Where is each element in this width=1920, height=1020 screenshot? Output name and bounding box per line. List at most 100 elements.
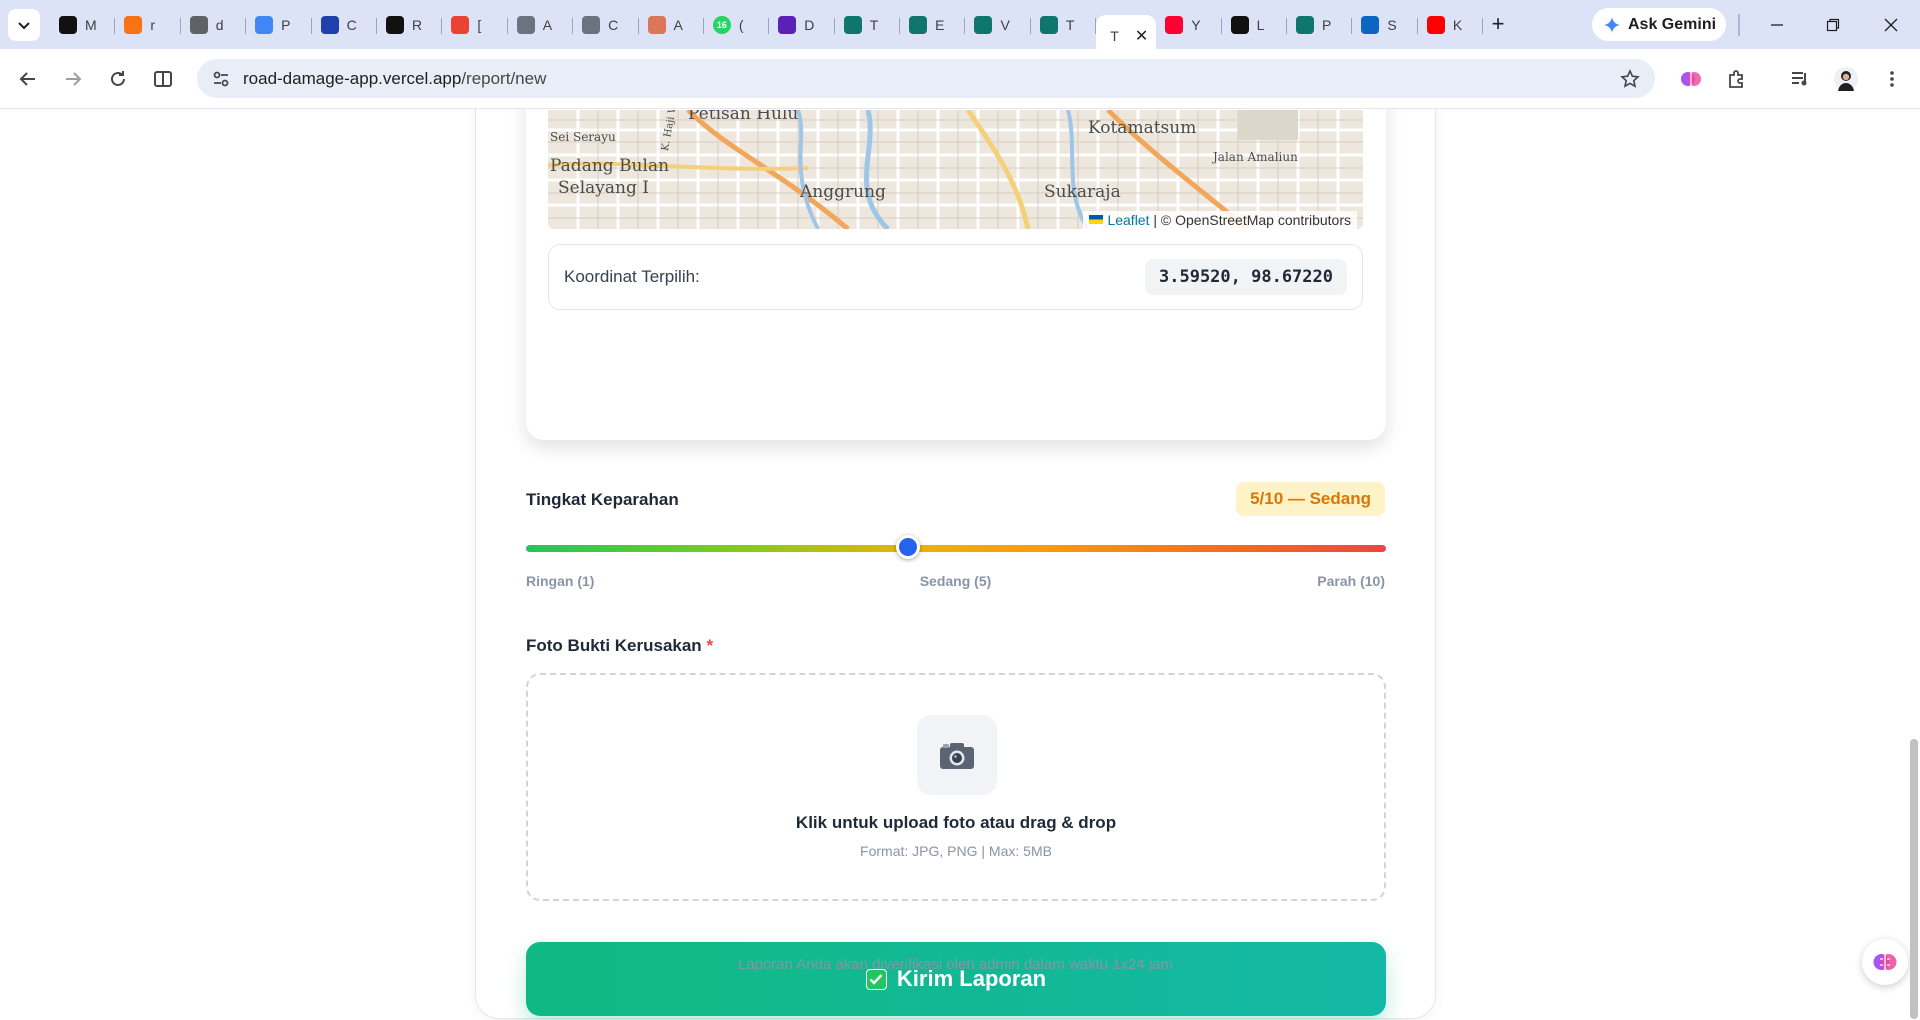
url-path: /report/new (461, 69, 547, 88)
whatsapp-icon: 16 (712, 16, 731, 34)
flame-icon (124, 16, 143, 34)
browser-tab[interactable]: R (377, 8, 443, 42)
browser-tab[interactable]: K (1418, 8, 1484, 42)
new-tab-button[interactable]: + (1484, 10, 1512, 38)
photo-upload-dropzone[interactable]: Klik untuk upload foto atau drag & drop … (526, 673, 1386, 901)
browser-tab[interactable]: Y (1156, 8, 1222, 42)
chrome-menu-button[interactable] (1876, 63, 1908, 95)
reload-icon (111, 71, 125, 86)
browser-tab[interactable]: T (835, 8, 901, 42)
browser-tab[interactable]: E (900, 8, 966, 42)
back-button[interactable] (12, 63, 44, 95)
browser-tab[interactable]: L (1222, 8, 1288, 42)
location-card: Petisan Hulu Sei Serayu Padang Bulan Sel… (526, 109, 1386, 440)
severity-tick-mid: Sedang (5) (919, 573, 992, 589)
browser-tab[interactable]: P (246, 8, 312, 42)
url-text: road-damage-app.vercel.app/report/new (243, 69, 546, 89)
tab-title: A (673, 17, 683, 33)
browser-tab[interactable]: C (312, 8, 377, 42)
site-info-icon[interactable] (209, 67, 233, 91)
tab-title: A (542, 17, 553, 33)
k-logo-icon (385, 16, 404, 34)
browser-tab[interactable]: D (769, 8, 835, 42)
submit-report-button[interactable]: Kirim Laporan (526, 942, 1386, 1016)
youtube-music-icon (1165, 16, 1184, 34)
map-label-padang-bulan: Padang Bulan (550, 156, 670, 176)
leaflet-link[interactable]: Leaflet (1107, 212, 1149, 228)
browser-tab[interactable]: d (181, 8, 247, 42)
tab-title: d (215, 17, 224, 33)
browser-tab[interactable]: P (1287, 8, 1353, 42)
restore-button[interactable] (1818, 10, 1848, 40)
close-icon (1884, 18, 1898, 32)
address-bar[interactable]: road-damage-app.vercel.app/report/new (197, 59, 1655, 98)
tab-title: R (411, 17, 423, 33)
toolbar-divider (1738, 14, 1740, 36)
tab-title: T (1110, 27, 1119, 44)
close-window-button[interactable] (1876, 10, 1906, 40)
browser-tab[interactable]: V (965, 8, 1031, 42)
coordinates-label: Koordinat Terpilih: (564, 267, 700, 286)
bookmark-star-icon[interactable] (1617, 66, 1643, 92)
map-attribution: Leaflet | © OpenStreetMap contributors (1083, 211, 1357, 229)
media-control-icon[interactable] (1784, 63, 1816, 95)
forward-button[interactable] (57, 63, 89, 95)
linkedin-icon (1361, 16, 1380, 34)
browser-tab[interactable]: [ (442, 8, 508, 42)
page-scrollbar[interactable] (1910, 739, 1918, 1019)
claude-icon (647, 16, 666, 34)
photo-title-text: Foto Bukti Kerusakan (526, 636, 702, 655)
browser-tab[interactable]: A (639, 8, 704, 42)
browser-tab[interactable]: S (1352, 8, 1418, 42)
url-host: road-damage-app.vercel.app (243, 69, 462, 88)
openai-icon (59, 16, 77, 34)
university-icon (1039, 16, 1058, 34)
ask-gemini-label: Ask Gemini (1628, 15, 1717, 33)
upload-format-hint: Format: JPG, PNG | Max: 5MB (860, 843, 1052, 859)
browser-tab[interactable]: T (1031, 8, 1097, 42)
tab-title: V (1000, 17, 1010, 33)
map-label-jalan-amaliun: Jalan Amaliun (1213, 150, 1298, 164)
extension-brain-icon[interactable] (1675, 63, 1707, 95)
reload-button[interactable] (102, 63, 134, 95)
extensions-puzzle-icon[interactable] (1720, 63, 1752, 95)
browser-tab[interactable]: M (50, 8, 116, 42)
tab-title: C (608, 17, 619, 33)
tab-title: P (1322, 17, 1332, 33)
university-icon (843, 16, 862, 34)
location-map[interactable]: Petisan Hulu Sei Serayu Padang Bulan Sel… (548, 110, 1363, 229)
minimize-button[interactable] (1762, 10, 1792, 40)
tab-title: L (1256, 17, 1265, 33)
arrow-left-icon (19, 72, 35, 86)
browser-tab[interactable]: A (508, 8, 574, 42)
report-form-card: Petisan Hulu Sei Serayu Padang Bulan Sel… (475, 109, 1436, 1019)
browser-tab[interactable]: 16 ( (704, 8, 770, 42)
browser-tab[interactable]: r (115, 8, 181, 42)
tab-title: [ (477, 17, 482, 33)
tab-close-icon[interactable]: ✕ (1135, 26, 1148, 46)
globe-icon (189, 16, 208, 34)
verification-note: Laporan Anda akan diverifikasi oleh admi… (737, 956, 1174, 973)
tab-title: C (346, 17, 357, 33)
camera-icon (917, 715, 997, 795)
tab-title: r (150, 17, 156, 33)
osm-attribution: | © OpenStreetMap contributors (1153, 212, 1351, 228)
university-icon (1296, 16, 1315, 34)
browser-tabstrip: Mr d P C R [A C A 16 (D T E V T T ✕ Y L P S K + Ask Gemini (0, 0, 1920, 56)
ask-gemini-button[interactable]: Ask Gemini (1592, 8, 1726, 41)
severity-slider-thumb[interactable] (896, 535, 921, 559)
gmail-icon (451, 16, 470, 34)
profile-avatar[interactable] (1830, 63, 1862, 95)
brain-icon (1873, 954, 1897, 970)
gear-logo-icon (582, 16, 601, 34)
split-view-button[interactable] (147, 63, 179, 95)
map-label-sei-serayu: Sei Serayu (550, 130, 616, 144)
severity-badge: 5/10 — Sedang (1236, 482, 1385, 516)
map-label-selayang: Selayang I (558, 178, 649, 198)
severity-slider-track[interactable] (526, 545, 1386, 552)
browser-tab[interactable]: C (573, 8, 639, 42)
floating-assistant-button[interactable] (1862, 939, 1908, 985)
tab-search-button[interactable] (8, 9, 40, 41)
browser-toolbar: road-damage-app.vercel.app/report/new (0, 49, 1920, 109)
tab-list: Mr d P C R [A C A 16 (D T E V T T ✕ Y L P S K (50, 8, 1484, 56)
